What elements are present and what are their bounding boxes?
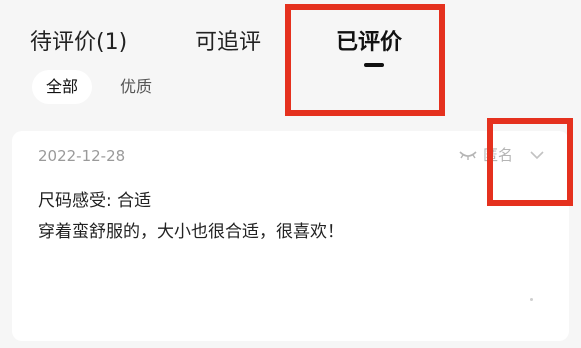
tab-reviewed[interactable]: 已评价 [336, 28, 402, 58]
active-tab-indicator [364, 63, 384, 67]
background-speck [530, 298, 533, 301]
filter-quality[interactable]: 优质 [106, 70, 166, 104]
review-content: 穿着蛮舒服的，大小也很合适，很喜欢！ [38, 222, 344, 242]
filter-all[interactable]: 全部 [32, 70, 93, 104]
tab-follow-up-review[interactable]: 可追评 [195, 28, 261, 58]
top-tab-bar: 待评价(1) 可追评 已评价 全部 优质 [0, 0, 581, 120]
anonymous-label: 匿名 [482, 146, 513, 164]
anonymous-toggle[interactable]: 匿名 [459, 144, 545, 165]
eye-closed-icon [459, 150, 477, 160]
review-size-feel: 尺码感受: 合适 [38, 191, 152, 211]
review-date: 2022-12-28 [38, 147, 126, 165]
review-card: 2022-12-28 匿名 尺码感受: 合适 穿着蛮舒服的，大小也很合适，很喜欢… [12, 131, 569, 341]
tab-pending-review[interactable]: 待评价(1) [30, 28, 127, 58]
screen: { "tabs": [ {"label": "待评价(1)"}, {"label… [0, 0, 581, 348]
chevron-down-icon [530, 150, 544, 159]
